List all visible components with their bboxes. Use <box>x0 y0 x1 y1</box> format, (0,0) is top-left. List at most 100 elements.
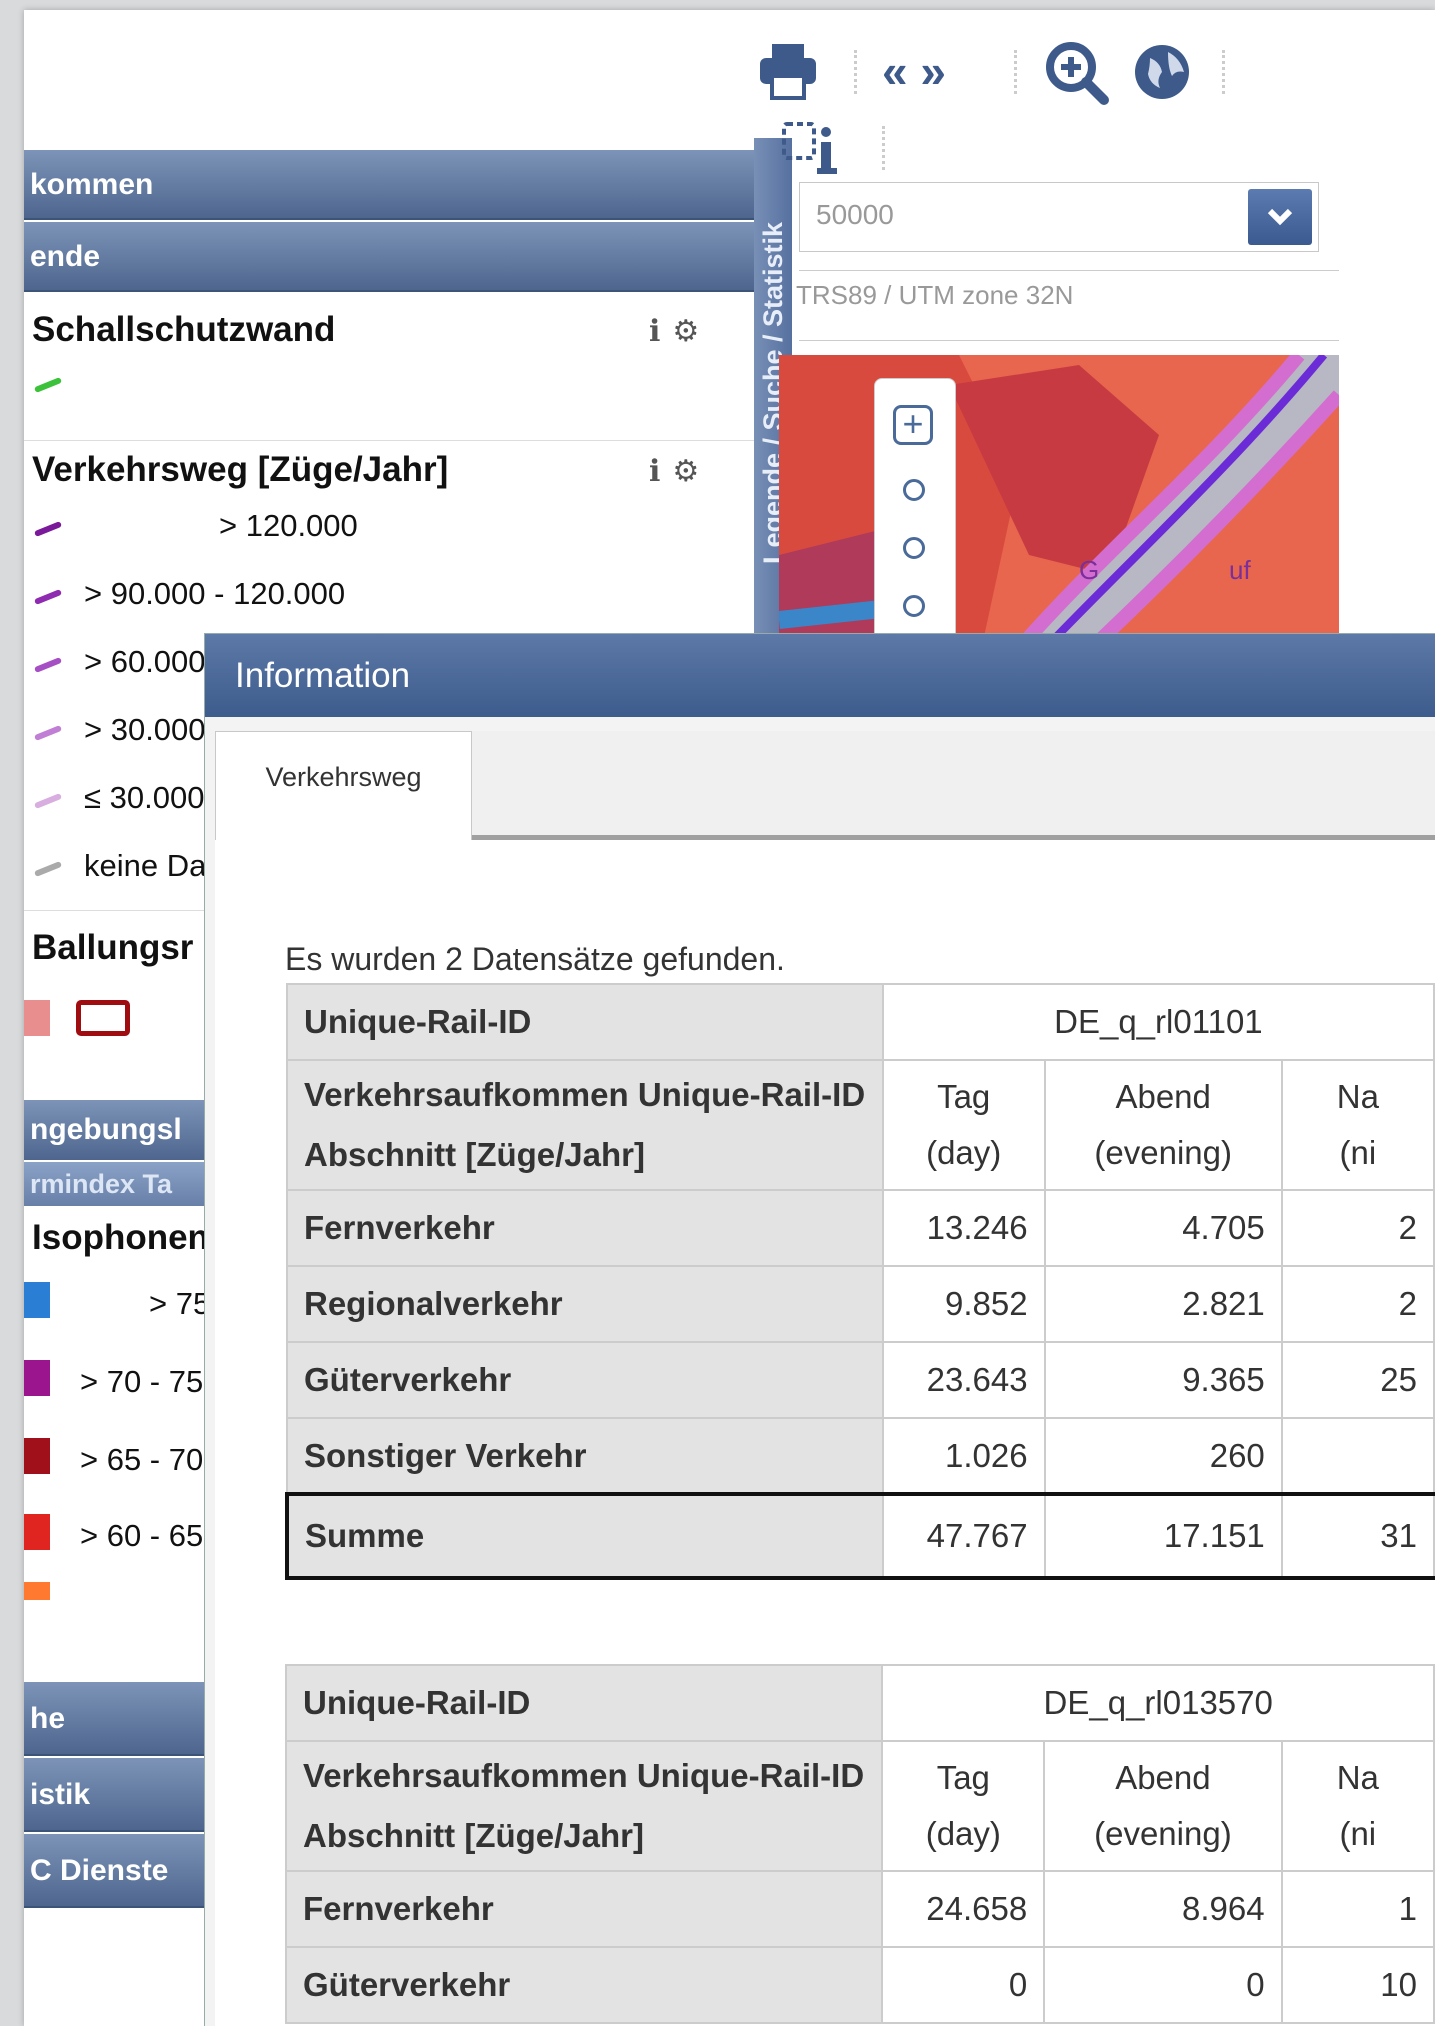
toolbar-separator <box>1222 50 1229 94</box>
zoom-button[interactable] <box>1044 40 1110 111</box>
legend-symbol-fill <box>24 1438 50 1474</box>
panel-top-space <box>24 10 754 138</box>
gear-icon[interactable]: ⚙ <box>672 455 711 488</box>
feature-info-icon <box>782 122 837 174</box>
legend-divider <box>24 440 754 441</box>
history-nav-button[interactable]: « » <box>882 44 946 98</box>
legend-item-label: > 30.000 <box>84 712 206 747</box>
app-window: kommen ende Schallschutzwand ℹ⚙ Verkehrs… <box>24 10 1435 2026</box>
table-row: Güterverkehr 0 0 10 <box>284 1946 1435 2024</box>
rail-id-value: DE_q_rl01101 <box>881 983 1435 1061</box>
id-label: Unique-Rail-ID <box>286 983 884 1061</box>
legend-symbol-line <box>33 724 63 742</box>
legend-symbol-line <box>33 792 63 810</box>
legend-title-ballungsraum: Ballungsr <box>32 928 194 967</box>
toolbar-separator <box>854 50 861 94</box>
map-view[interactable]: G uf <box>779 355 1339 660</box>
table-row: Sonstiger Verkehr 1.026 260 <box>286 1417 1435 1495</box>
legend-symbol-line <box>33 860 63 878</box>
table-row: Regionalverkehr 9.852 2.821 2 <box>286 1265 1435 1343</box>
legend-symbol-outline <box>76 1000 130 1036</box>
cell: 25 <box>1280 1341 1435 1419</box>
zoom-level-dot[interactable] <box>903 479 925 501</box>
toolbar-separator <box>1014 50 1021 94</box>
legend-symbol-line <box>33 520 63 538</box>
toolbar-separator <box>882 126 889 170</box>
dialog-tab-strip: Verkehrsweg <box>215 731 1435 840</box>
cell: 0 <box>1043 1946 1283 2024</box>
row-label: Fernverkehr <box>286 1189 884 1267</box>
legend-symbol-fill <box>24 1000 50 1036</box>
legend-title-isophonen: Isophonen <box>32 1218 209 1257</box>
row-label: Regionalverkehr <box>286 1265 884 1343</box>
id-label: Unique-Rail-ID <box>284 1664 884 1742</box>
table-row: Güterverkehr 23.643 9.365 25 <box>286 1341 1435 1419</box>
col-header-tag: Tag (day) <box>881 1740 1046 1872</box>
cell: 2.821 <box>1043 1265 1283 1343</box>
map-place-label: G <box>1079 555 1100 585</box>
legend-item-label: ≤ 30.000 <box>84 780 205 815</box>
zoom-level-dot[interactable] <box>903 537 925 559</box>
zoom-in-button[interactable]: + <box>893 405 933 445</box>
legend-symbol-schallschutzwand <box>33 376 63 394</box>
legend-item-label: > 90.000 - 120.000 <box>84 576 346 611</box>
dialog-body: Verkehrsweg Es wurden 2 Datensätze gefun… <box>215 731 1435 2026</box>
cell: 47.767 <box>881 1492 1046 1580</box>
print-button[interactable] <box>756 38 820 107</box>
layer-actions: ℹ⚙ <box>649 454 711 489</box>
chevron-down-icon <box>1267 208 1293 226</box>
row-label: Summe <box>285 1492 884 1580</box>
col-header-abend: Abend (evening) <box>1043 1059 1283 1191</box>
col-header-nacht: Na (ni <box>1280 1059 1435 1191</box>
cell: 8.964 <box>1043 1870 1283 1948</box>
table-row: Fernverkehr 24.658 8.964 1 <box>284 1870 1435 1948</box>
scale-dropdown-button[interactable] <box>1248 189 1312 245</box>
cell: 23.643 <box>881 1341 1046 1419</box>
cell: 24.658 <box>881 1870 1046 1948</box>
cell: 9.852 <box>881 1265 1046 1343</box>
feature-info-button[interactable] <box>780 118 844 181</box>
legend-item-label: keine Da <box>84 848 207 883</box>
legend-title-verkehrsweg: Verkehrsweg [Züge/Jahr] <box>32 450 449 489</box>
printer-icon <box>760 44 816 100</box>
tab-verkehrsweg[interactable]: Verkehrsweg <box>215 731 472 840</box>
info-icon[interactable]: ℹ <box>649 315 672 348</box>
scale-value: 50000 <box>816 199 894 230</box>
globe-icon <box>1135 45 1189 99</box>
header-label: Verkehrsaufkommen Unique-Rail-ID Abschni… <box>284 1740 884 1872</box>
cell: 1 <box>1280 1870 1435 1948</box>
map-place-label: uf <box>1229 555 1251 585</box>
result-table-2: Unique-Rail-ID DE_q_rl013570 Verkehrsauf… <box>284 1664 1435 2024</box>
zoom-level-dot[interactable] <box>903 595 925 617</box>
divider <box>799 340 1339 341</box>
app-content: kommen ende Schallschutzwand ℹ⚙ Verkehrs… <box>24 10 1435 2026</box>
cell: 4.705 <box>1043 1189 1283 1267</box>
accordion-header-legende[interactable]: ende <box>24 222 754 292</box>
globe-button[interactable] <box>1132 42 1192 107</box>
cell: 2 <box>1280 1265 1435 1343</box>
map-canvas <box>779 355 1339 660</box>
row-label: Sonstiger Verkehr <box>286 1417 884 1495</box>
legend-item-label: > 75 <box>149 1286 211 1321</box>
table-row: Fernverkehr 13.246 4.705 2 <box>286 1189 1435 1267</box>
cell <box>1280 1417 1435 1495</box>
accordion-header-verkehrsaufkommen[interactable]: kommen <box>24 150 754 220</box>
information-dialog[interactable]: Information Verkehrsweg Es wurden 2 Date… <box>204 633 1435 2026</box>
zoom-in-icon <box>1046 42 1109 105</box>
cell: 10 <box>1280 1946 1435 2024</box>
cell: 31 <box>1280 1492 1435 1580</box>
gear-icon[interactable]: ⚙ <box>672 315 711 348</box>
scale-select[interactable]: 50000 <box>799 182 1319 252</box>
legend-symbol-fill <box>24 1282 50 1318</box>
row-label: Güterverkehr <box>284 1946 884 2024</box>
cell: 13.246 <box>881 1189 1046 1267</box>
dialog-title[interactable]: Information <box>205 634 1435 717</box>
legend-symbol-fill <box>24 1582 50 1600</box>
legend-item-label: > 120.000 <box>219 508 358 543</box>
cell: 260 <box>1043 1417 1283 1495</box>
legend-item-label: > 65 - 70 <box>80 1442 204 1477</box>
result-table-1: Unique-Rail-ID DE_q_rl01101 Verkehrsaufk… <box>285 983 1435 1580</box>
row-label: Fernverkehr <box>284 1870 884 1948</box>
col-header-tag: Tag (day) <box>881 1059 1046 1191</box>
info-icon[interactable]: ℹ <box>649 455 672 488</box>
